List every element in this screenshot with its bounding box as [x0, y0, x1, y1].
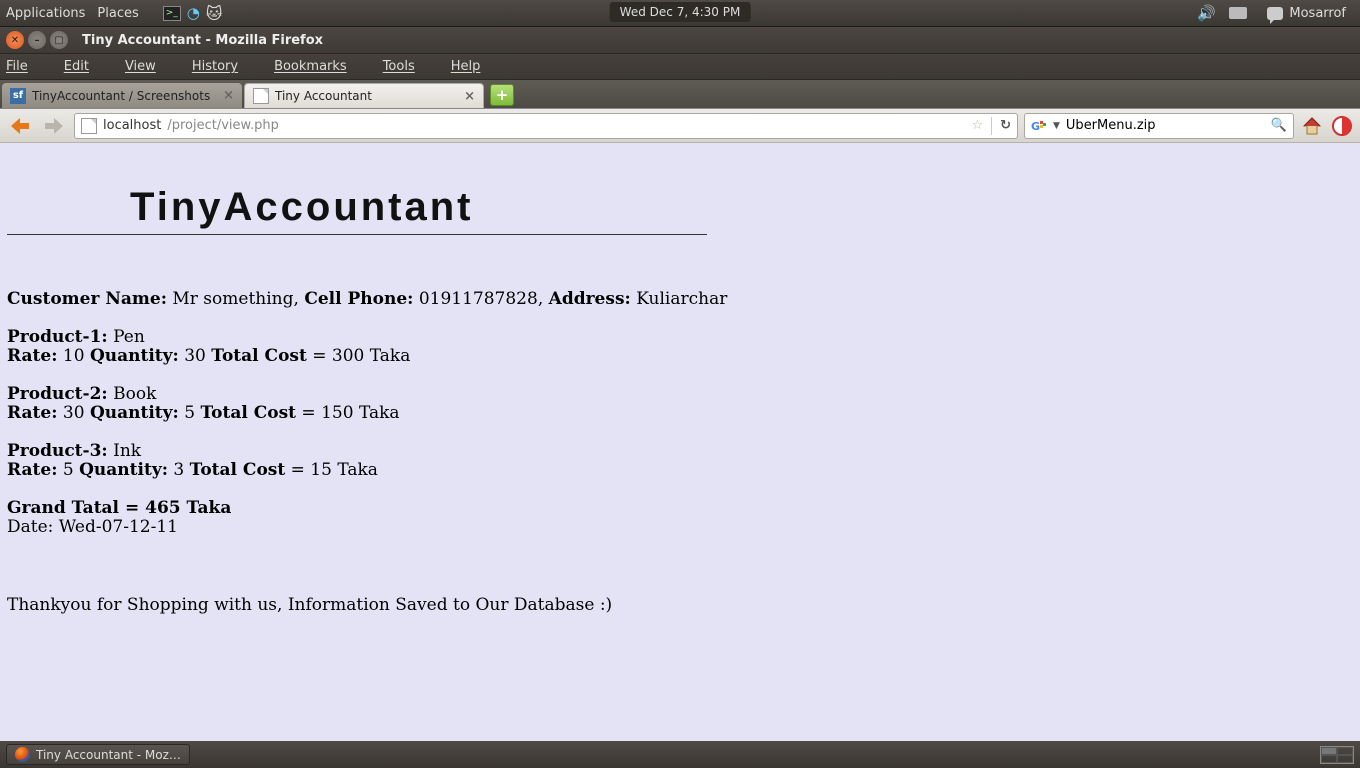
back-button[interactable] [6, 113, 34, 139]
firefox-tabbar: sf TinyAccountant / Screenshots × Tiny A… [0, 80, 1360, 109]
tab-label: TinyAccountant / Screenshots [32, 89, 210, 103]
grand-total-line: Grand Tatal = 465 Taka Date: Wed-07-12-1… [7, 499, 1353, 538]
new-tab-button[interactable]: + [490, 84, 514, 106]
menu-history[interactable]: History [192, 59, 256, 74]
firefox-menubar: File Edit View History Bookmarks Tools H… [0, 54, 1360, 80]
page-favicon-icon [253, 88, 269, 104]
gnome-top-panel: Applications Places >_ ◔ 🐱 Wed Dec 7, 4:… [0, 0, 1360, 27]
chat-icon [1267, 7, 1283, 20]
menu-help[interactable]: Help [451, 59, 499, 74]
tab-label: Tiny Accountant [275, 89, 372, 103]
places-menu[interactable]: Places [97, 6, 138, 21]
taskbar-firefox-button[interactable]: Tiny Accountant - Moz… [6, 744, 190, 765]
keyboard-indicator-icon[interactable] [1227, 4, 1249, 22]
url-path: /project/view.php [167, 118, 279, 133]
firefox-navbar: localhost/project/view.php ☆ ↻ G ▼ UberM… [0, 109, 1360, 143]
tab-active[interactable]: Tiny Accountant × [244, 83, 484, 108]
window-titlebar: ✕ – ▢ Tiny Accountant - Mozilla Firefox [0, 27, 1360, 54]
window-title: Tiny Accountant - Mozilla Firefox [82, 33, 323, 48]
volume-icon[interactable]: 🔊 [1195, 4, 1217, 22]
app-logo: TinyAccountant [0, 185, 1360, 230]
page-favicon-icon [81, 118, 97, 134]
search-go-icon[interactable]: 🔍 [1271, 118, 1287, 133]
window-maximize-button[interactable]: ▢ [50, 31, 68, 49]
forward-button[interactable] [40, 113, 68, 139]
tab-close-icon[interactable]: × [223, 88, 234, 103]
home-icon [1301, 115, 1323, 137]
menu-edit[interactable]: Edit [64, 59, 107, 74]
app-launcher-icon-2[interactable]: 🐱 [206, 4, 223, 23]
addon-icon [1332, 116, 1352, 136]
tab-inactive[interactable]: sf TinyAccountant / Screenshots × [2, 83, 242, 108]
search-bar[interactable]: G ▼ UberMenu.zip 🔍 [1024, 113, 1294, 139]
gnome-bottom-panel: Tiny Accountant - Moz… [0, 741, 1360, 768]
menu-view[interactable]: View [125, 59, 174, 74]
app-launcher-icon[interactable]: ◔ [187, 4, 200, 22]
menu-file[interactable]: File [6, 59, 46, 74]
search-value: UberMenu.zip [1066, 118, 1156, 133]
terminal-launcher-icon[interactable]: >_ [163, 6, 181, 21]
firefox-icon [15, 747, 30, 762]
search-engine-dropdown-icon[interactable]: ▼ [1053, 121, 1060, 131]
tab-close-icon[interactable]: × [464, 89, 475, 104]
bookmark-star-icon[interactable]: ☆ [971, 118, 983, 133]
product-2-line: Product-2: Book Rate: 30 Quantity: 5 Tot… [7, 385, 1353, 424]
task-label: Tiny Accountant - Moz… [36, 748, 181, 762]
svg-text:G: G [1031, 120, 1040, 133]
url-bar[interactable]: localhost/project/view.php ☆ ↻ [74, 113, 1018, 139]
firefox-launcher-icon[interactable] [151, 6, 157, 21]
window-minimize-button[interactable]: – [28, 31, 46, 49]
google-favicon-icon: G [1031, 118, 1047, 134]
clock[interactable]: Wed Dec 7, 4:30 PM [610, 2, 751, 22]
product-1-line: Product-1: Pen Rate: 10 Quantity: 30 Tot… [7, 328, 1353, 367]
product-3-line: Product-3: Ink Rate: 5 Quantity: 3 Total… [7, 442, 1353, 481]
menu-tools[interactable]: Tools [383, 59, 433, 74]
menu-bookmarks[interactable]: Bookmarks [274, 59, 365, 74]
forward-arrow-icon [43, 116, 65, 136]
divider [991, 117, 992, 135]
window-close-button[interactable]: ✕ [6, 31, 24, 49]
page-content: TinyAccountant Customer Name: Mr somethi… [0, 143, 1360, 741]
applications-menu[interactable]: Applications [6, 6, 85, 21]
user-menu[interactable]: Mosarrof [1259, 6, 1354, 21]
sourceforge-favicon-icon: sf [10, 88, 26, 104]
thankyou-line: Thankyou for Shopping with us, Informati… [7, 596, 1353, 616]
url-host: localhost [103, 118, 161, 133]
customer-line: Customer Name: Mr something, Cell Phone:… [7, 290, 1353, 310]
reload-icon[interactable]: ↻ [1000, 118, 1011, 133]
home-button[interactable] [1300, 114, 1324, 138]
workspace-switcher[interactable] [1320, 746, 1354, 764]
back-arrow-icon [9, 116, 31, 136]
addon-button[interactable] [1330, 114, 1354, 138]
user-name: Mosarrof [1289, 6, 1346, 21]
